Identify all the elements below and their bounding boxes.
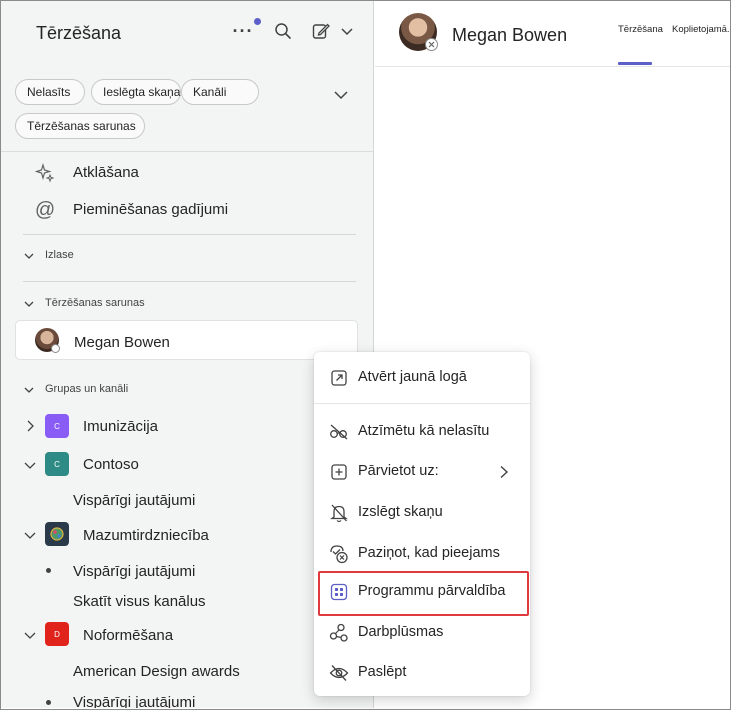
menu-divider bbox=[314, 403, 530, 404]
chat-item-megan-bowen[interactable]: Megan Bowen bbox=[15, 320, 358, 360]
move-to-icon bbox=[328, 461, 350, 483]
team-avatar: C bbox=[45, 414, 69, 438]
active-tab-indicator bbox=[618, 62, 652, 65]
menu-item-label: Atzīmētu kā nelasītu bbox=[358, 423, 490, 439]
chevron-right-icon bbox=[498, 465, 510, 479]
menu-item-hide[interactable]: Paslēpt bbox=[314, 655, 530, 691]
team-item-immunization[interactable]: Imunizācija bbox=[83, 418, 158, 435]
channel-item[interactable]: Vispārīgi jautājumi bbox=[73, 492, 195, 509]
mention-icon: @ bbox=[34, 198, 56, 221]
team-avatar-globe-icon bbox=[45, 522, 69, 546]
chevron-down-icon[interactable] bbox=[23, 297, 35, 309]
menu-item-label: Paslēpt bbox=[358, 664, 407, 680]
section-chats[interactable]: Tērzēšanas sarunas bbox=[45, 297, 145, 309]
chevron-down-icon[interactable] bbox=[23, 628, 37, 642]
mute-bell-icon bbox=[328, 502, 350, 524]
channel-item[interactable]: American Design awards bbox=[73, 663, 240, 680]
menu-item-notify-available[interactable]: Paziņot, kad pieejams bbox=[314, 536, 530, 572]
mark-unread-icon bbox=[328, 421, 350, 443]
nav-mentions-label: Pieminēšanas gadījumi bbox=[73, 201, 229, 218]
menu-item-label: Paziņot, kad pieejams bbox=[358, 545, 500, 561]
divider bbox=[1, 151, 373, 152]
filter-chats[interactable]: Tērzēšanas sarunas bbox=[15, 113, 145, 139]
status-offline-icon bbox=[425, 38, 438, 51]
section-teams[interactable]: Grupas un kanāli bbox=[45, 383, 128, 395]
team-avatar: D bbox=[45, 622, 69, 646]
sidebar-header: Tērzēšana ··· bbox=[1, 1, 373, 67]
highlight-box bbox=[318, 571, 529, 616]
channel-item[interactable]: Vispārīgi jautājumi bbox=[73, 563, 195, 580]
menu-item-label: Izslēgt skaņu bbox=[358, 504, 443, 520]
menu-item-workflows[interactable]: Darbplūsmas bbox=[314, 615, 530, 651]
menu-item-mute[interactable]: Izslēgt skaņu bbox=[314, 495, 530, 531]
menu-item-label: Darbplūsmas bbox=[358, 624, 444, 640]
filter-unmuted[interactable]: Ieslēgta skaņa bbox=[91, 79, 181, 105]
conversation-header: Megan Bowen Tērzēšana Koplietojamā. bbox=[375, 1, 730, 67]
nav-discover[interactable]: Atklāšana bbox=[1, 159, 373, 187]
notification-dot bbox=[254, 18, 261, 25]
see-all-channels-link[interactable]: Skatīt visus kanālus bbox=[73, 593, 206, 610]
hide-eye-icon bbox=[328, 662, 350, 684]
team-avatar: C bbox=[45, 452, 69, 476]
tab-shared[interactable]: Koplietojamā. bbox=[672, 24, 730, 35]
divider bbox=[23, 281, 356, 282]
menu-item-move-to[interactable]: Pārvietot uz: bbox=[314, 454, 530, 490]
team-item-contoso[interactable]: Contoso bbox=[83, 456, 139, 473]
nav-mentions[interactable]: @ Pieminēšanas gadījumi bbox=[1, 196, 373, 224]
chat-item-name: Megan Bowen bbox=[74, 334, 170, 351]
status-offline-icon bbox=[51, 344, 60, 353]
menu-item-open-new-window[interactable]: Atvērt jaunā logā bbox=[314, 360, 530, 396]
divider bbox=[23, 234, 356, 235]
team-item-design[interactable]: Noformēšana bbox=[83, 627, 173, 644]
chevron-right-icon[interactable] bbox=[23, 419, 37, 433]
chevron-down-icon[interactable] bbox=[333, 17, 361, 45]
chevron-down-icon[interactable] bbox=[23, 528, 37, 542]
channel-item[interactable]: Vispārīgi jautājumi bbox=[73, 694, 195, 708]
unread-bullet bbox=[46, 700, 51, 705]
more-options-icon[interactable]: ··· bbox=[229, 17, 257, 45]
chevron-down-icon[interactable] bbox=[23, 458, 37, 472]
chevron-down-icon[interactable] bbox=[23, 249, 35, 261]
menu-item-mark-unread[interactable]: Atzīmētu kā nelasītu bbox=[314, 414, 530, 450]
tab-chat[interactable]: Tērzēšana bbox=[618, 24, 663, 35]
menu-item-label: Atvērt jaunā logā bbox=[358, 369, 467, 385]
filter-unread[interactable]: Nelasīts bbox=[15, 79, 85, 105]
nav-discover-label: Atklāšana bbox=[73, 164, 139, 181]
context-menu: Atvērt jaunā logā Atzīmētu kā nelasītu P… bbox=[314, 352, 530, 696]
unread-bullet bbox=[46, 568, 51, 573]
workflows-icon bbox=[328, 622, 350, 644]
conversation-title: Megan Bowen bbox=[452, 25, 568, 45]
filter-channels[interactable]: Kanāli bbox=[181, 79, 259, 105]
filters-expand-chevron-icon[interactable] bbox=[331, 85, 351, 105]
new-chat-icon[interactable] bbox=[307, 17, 335, 45]
open-in-new-window-icon bbox=[328, 367, 350, 389]
sparkle-icon bbox=[34, 162, 56, 184]
search-icon[interactable] bbox=[269, 17, 297, 45]
filter-bar: Nelasīts Ieslēgta skaņa Kanāli Tērzēšana… bbox=[1, 75, 373, 145]
team-item-retail[interactable]: Mazumtirdzniecība bbox=[83, 527, 209, 544]
sidebar-title: Tērzēšana bbox=[36, 23, 122, 43]
chevron-down-icon[interactable] bbox=[23, 383, 35, 395]
notify-available-icon bbox=[328, 543, 350, 565]
section-favorites[interactable]: Izlase bbox=[45, 249, 74, 261]
menu-item-label: Pārvietot uz: bbox=[358, 463, 439, 479]
